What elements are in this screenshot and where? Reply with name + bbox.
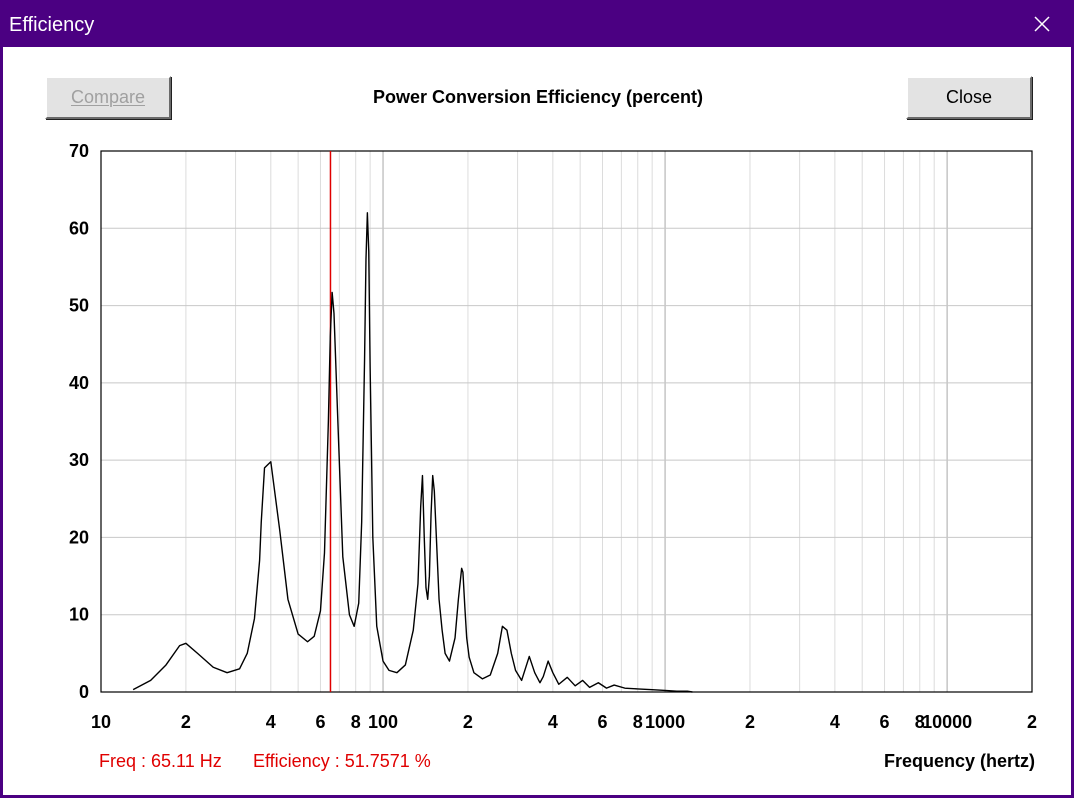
x-tick-label: 6 [315, 712, 325, 732]
x-tick-label: 4 [830, 712, 840, 732]
x-axis-label: Frequency (hertz) [883, 751, 1035, 771]
x-tick-label: 1000 [645, 712, 685, 732]
efficiency-chart: 01020304050607010 2 4 6 8 100 2 4 6 8 1000 2 4 6 81000… [69, 141, 1037, 732]
y-tick-label: 50 [69, 296, 89, 316]
plot-frame [100, 150, 1033, 693]
x-tick-label: 2 [463, 712, 473, 732]
y-tick-label: 70 [69, 141, 89, 161]
x-tick-label: 2 [181, 712, 191, 732]
x-tick-label: 10 [91, 712, 111, 732]
x-tick-label: 6 [597, 712, 607, 732]
y-tick-label: 60 [69, 218, 89, 238]
efficiency-curve [132, 212, 693, 693]
x-tick-label: 10000 [922, 712, 972, 732]
x-tick-label: 2 [1027, 712, 1037, 732]
x-tick-label: 2 [745, 712, 755, 732]
close-icon-glyph [1034, 16, 1050, 32]
title-bar: Efficiency [1, 1, 1073, 47]
y-tick-label: 0 [79, 682, 89, 702]
x-tick-label: 4 [266, 712, 276, 732]
close-icon[interactable] [1019, 7, 1065, 41]
x-tick-label: 6 [880, 712, 890, 732]
efficiency-window: Efficiency Compare Power Conversion Effi… [0, 0, 1074, 798]
x-tick-label: 8 [633, 712, 643, 732]
y-tick-label: 20 [69, 527, 89, 547]
x-tick-label: 100 [368, 712, 398, 732]
efficiency-readout: Efficiency : 51.7571 % [253, 751, 431, 771]
x-tick-label: 8 [351, 712, 361, 732]
y-tick-label: 30 [69, 450, 89, 470]
x-tick-label: 4 [548, 712, 558, 732]
y-tick-label: 40 [69, 373, 89, 393]
y-tick-label: 10 [69, 605, 89, 625]
frequency-readout: Freq : 65.11 Hz [99, 751, 222, 771]
window-title: Efficiency [9, 14, 95, 36]
client-area: Compare Power Conversion Efficiency (per… [3, 47, 1071, 795]
